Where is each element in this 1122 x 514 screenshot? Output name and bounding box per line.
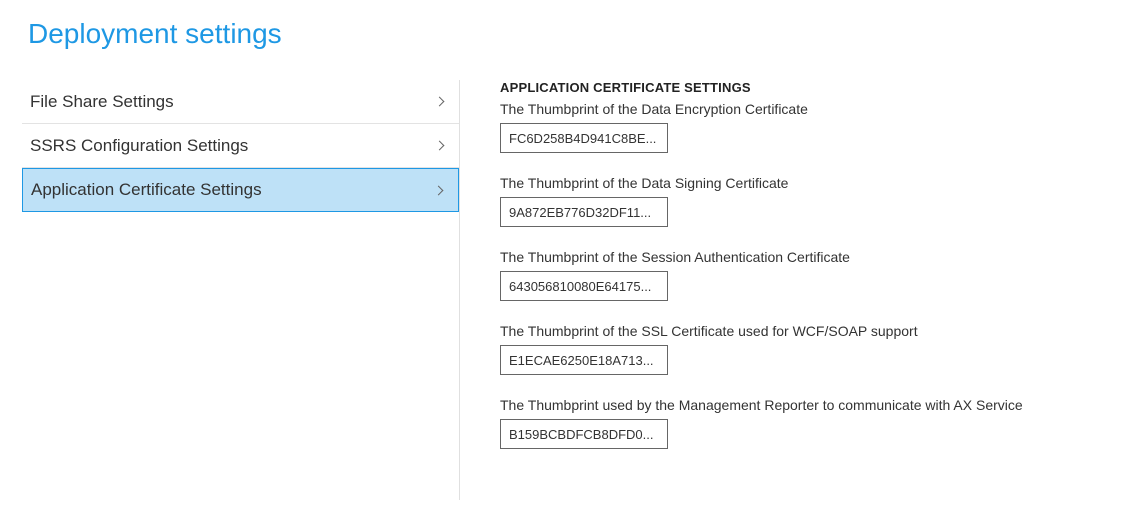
field-label-ssl-thumbprint: The Thumbprint of the SSL Certificate us… [500,323,1102,339]
input-data-encryption-thumbprint[interactable] [500,123,668,153]
input-ssl-thumbprint[interactable] [500,345,668,375]
chevron-right-icon [434,185,444,195]
chevron-right-icon [435,97,445,107]
sidebar-item-label: File Share Settings [30,92,174,112]
page-title: Deployment settings [0,0,1122,50]
sidebar-item-application-certificate-settings[interactable]: Application Certificate Settings [22,168,459,212]
chevron-right-icon [435,141,445,151]
sidebar-item-label: Application Certificate Settings [31,180,262,200]
field-label-data-signing-thumbprint: The Thumbprint of the Data Signing Certi… [500,175,1102,191]
sidebar-item-file-share-settings[interactable]: File Share Settings [22,80,459,124]
settings-sidebar: File Share Settings SSRS Configuration S… [0,80,460,500]
field-label-data-encryption-thumbprint: The Thumbprint of the Data Encryption Ce… [500,101,1102,117]
field-label-session-auth-thumbprint: The Thumbprint of the Session Authentica… [500,249,1102,265]
field-label-management-reporter-thumbprint: The Thumbprint used by the Management Re… [500,397,1102,413]
input-session-auth-thumbprint[interactable] [500,271,668,301]
detail-panel: APPLICATION CERTIFICATE SETTINGS The Thu… [460,80,1122,500]
sidebar-item-ssrs-configuration-settings[interactable]: SSRS Configuration Settings [22,124,459,168]
sidebar-item-label: SSRS Configuration Settings [30,136,248,156]
input-data-signing-thumbprint[interactable] [500,197,668,227]
section-heading: APPLICATION CERTIFICATE SETTINGS [500,80,1102,95]
input-management-reporter-thumbprint[interactable] [500,419,668,449]
